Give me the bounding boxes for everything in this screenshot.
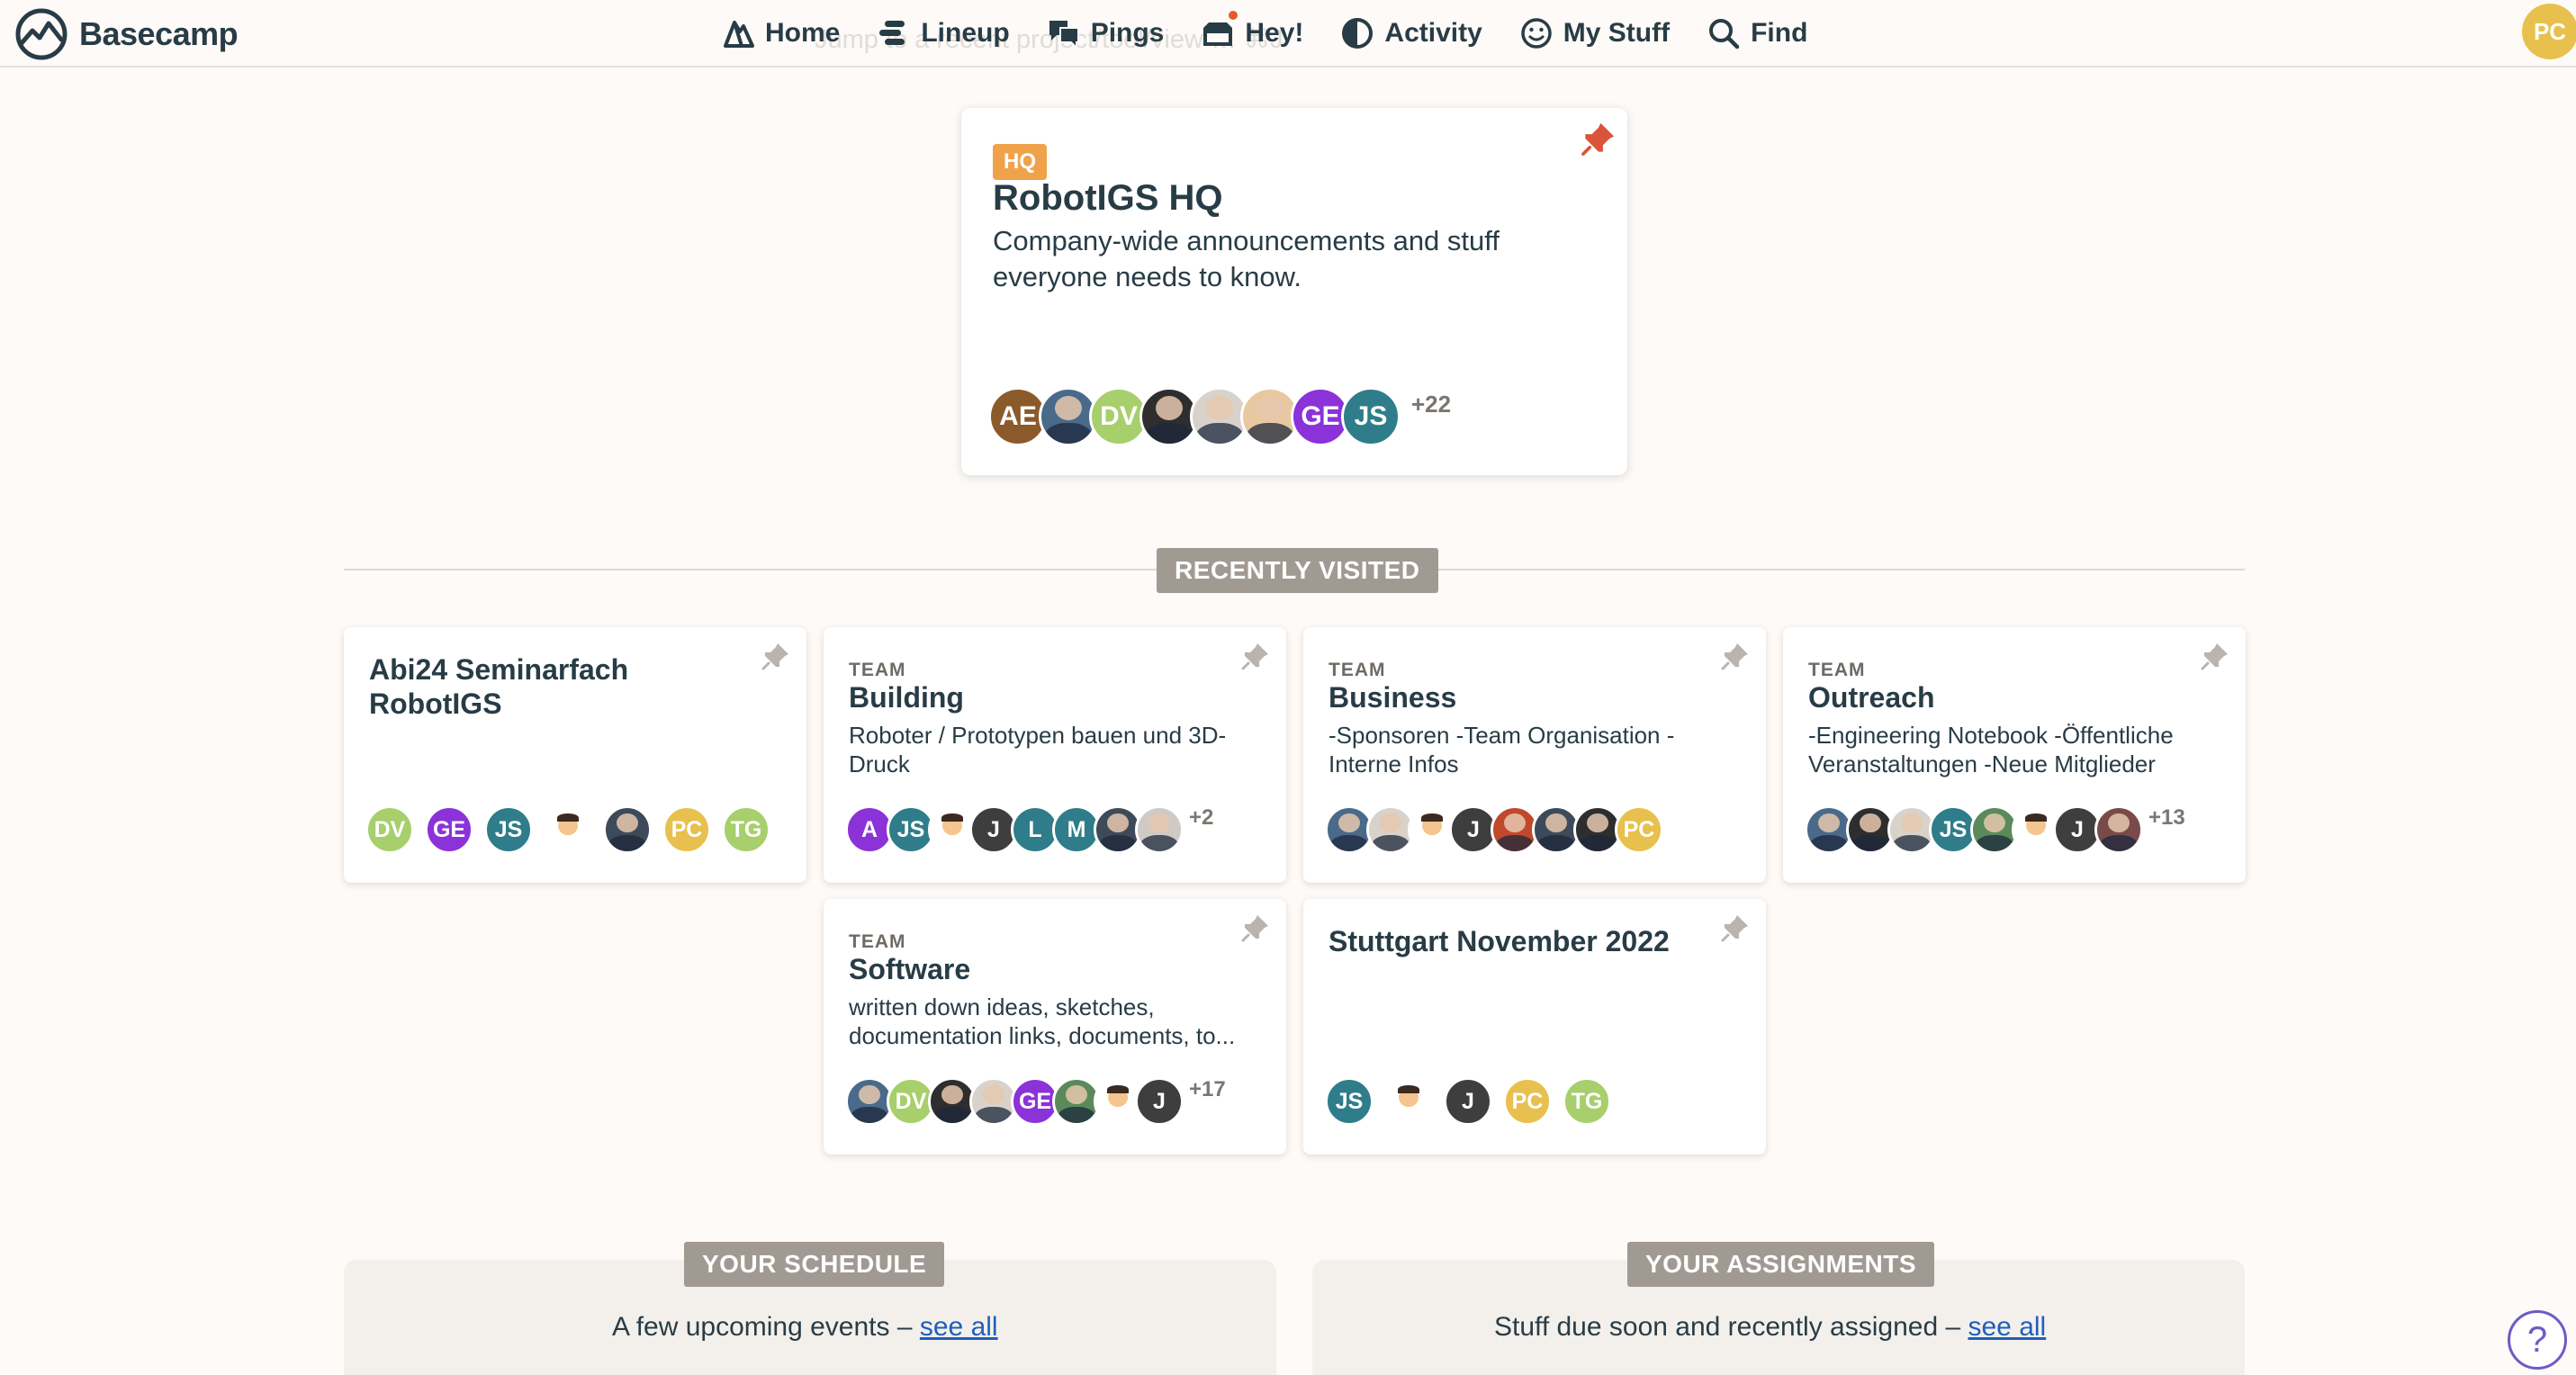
project-title: Outreach <box>1808 681 1935 714</box>
pings-icon <box>1049 21 1079 50</box>
hq-people: AE DV GE JS +22 <box>988 387 1451 446</box>
nav-activity-label: Activity <box>1384 18 1482 48</box>
more-people-count[interactable]: +22 <box>1411 391 1451 418</box>
help-button[interactable]: ? <box>2508 1310 2567 1370</box>
project-description: -Sponsoren -Team Organisation -Interne I… <box>1329 722 1675 777</box>
avatar[interactable]: TG <box>722 805 770 854</box>
project-kind: TEAM <box>1808 660 1866 680</box>
basecamp-logo[interactable]: Basecamp <box>13 7 239 61</box>
activity-icon <box>1342 18 1374 49</box>
current-user-avatar[interactable]: PC <box>2522 4 2576 59</box>
more-people-count[interactable]: +2 <box>1189 805 1213 831</box>
project-people: A JS J L M +2 <box>845 805 1213 854</box>
lineup-icon <box>879 21 905 45</box>
pin-icon[interactable] <box>1239 912 1272 944</box>
project-people: DV GE J +17 <box>845 1077 1226 1126</box>
hq-badge: HQ <box>993 144 1047 180</box>
assignments-text: Stuff due soon and recently assigned – <box>1494 1312 1968 1342</box>
avatar[interactable]: JS <box>484 805 533 854</box>
nav-hey[interactable]: Hey! <box>1200 9 1304 54</box>
schedule-see-all-link[interactable]: see all <box>920 1312 998 1342</box>
project-people: DV GE JS PC TG <box>365 805 781 854</box>
assignments-see-all-link[interactable]: see all <box>1968 1312 2046 1342</box>
project-description: Roboter / Prototypen bauen und 3D-Druck <box>849 722 1227 777</box>
avatar[interactable] <box>1384 1077 1433 1126</box>
project-title: Building <box>849 681 964 714</box>
pin-icon[interactable] <box>1719 640 1752 672</box>
project-card-outreach[interactable]: TEAM Outreach -Engineering Notebook -Öff… <box>1783 627 2246 883</box>
project-kind: TEAM <box>849 660 906 680</box>
nav-my-stuff-label: My Stuff <box>1563 18 1671 48</box>
recently-visited-label: RECENTLY VISITED <box>1157 548 1438 593</box>
home-icon <box>724 21 754 48</box>
nav-find-label: Find <box>1751 18 1808 48</box>
project-kind: TEAM <box>849 931 906 952</box>
project-description: written down ideas, sketches, documentat… <box>849 993 1236 1049</box>
project-card-software[interactable]: TEAM Software written down ideas, sketch… <box>824 899 1286 1155</box>
project-card-abi24[interactable]: Abi24 Seminarfach RobotIGS DV GE JS PC T… <box>344 627 806 883</box>
smiley-icon <box>1521 18 1552 49</box>
hq-description: Company-wide announcements and stuff eve… <box>993 225 1500 292</box>
basecamp-logo-icon <box>15 8 68 60</box>
pin-icon[interactable] <box>1239 640 1272 672</box>
avatar[interactable]: DV <box>365 805 414 854</box>
more-people-count[interactable]: +13 <box>2148 805 2185 831</box>
project-title: Business <box>1329 681 1457 714</box>
avatar[interactable]: PC <box>662 805 711 854</box>
avatar[interactable] <box>603 805 652 854</box>
project-people: JS J PC TG <box>1325 1077 1622 1126</box>
pin-icon[interactable] <box>1579 119 1618 158</box>
avatar[interactable]: J <box>1444 1077 1492 1126</box>
avatar[interactable]: J <box>1135 1077 1184 1126</box>
project-people: JS J +13 <box>1805 805 2185 854</box>
avatar[interactable]: PC <box>1615 805 1663 854</box>
avatar[interactable] <box>544 805 592 854</box>
avatar[interactable]: PC <box>1503 1077 1552 1126</box>
nav-my-stuff[interactable]: My Stuff <box>1518 13 1670 54</box>
your-assignments-label: YOUR ASSIGNMENTS <box>1627 1242 1934 1287</box>
schedule-text: A few upcoming events – <box>612 1312 920 1342</box>
project-title: Abi24 Seminarfach RobotIGS <box>369 653 629 720</box>
project-description: -Engineering Notebook -Öffentliche Veran… <box>1808 722 2174 777</box>
nav-hey-label: Hey! <box>1245 18 1304 48</box>
project-card-stuttgart[interactable]: Stuttgart November 2022 JS J PC TG <box>1303 899 1766 1155</box>
app-name: Basecamp <box>79 15 239 52</box>
schedule-summary: A few upcoming events – see all <box>612 1312 998 1343</box>
avatar[interactable]: JS <box>1325 1077 1374 1126</box>
nav-find[interactable]: Find <box>1706 13 1807 54</box>
nav-activity[interactable]: Activity <box>1339 13 1482 54</box>
avatar[interactable] <box>1135 805 1184 854</box>
project-title: Software <box>849 953 971 985</box>
avatar[interactable]: GE <box>425 805 473 854</box>
your-schedule-label: YOUR SCHEDULE <box>684 1242 945 1287</box>
project-people: J PC <box>1325 805 1663 854</box>
project-title: Stuttgart November 2022 <box>1329 925 1670 957</box>
hq-project-card[interactable]: HQ RobotIGS HQ Company-wide announcement… <box>961 108 1627 475</box>
nav-pings-label: Pings <box>1090 18 1165 48</box>
hq-title: RobotIGS HQ <box>993 178 1223 218</box>
search-icon <box>1709 19 1740 49</box>
nav-pings[interactable]: Pings <box>1046 13 1165 54</box>
assignments-summary: Stuff due soon and recently assigned – s… <box>1494 1312 2046 1343</box>
avatar[interactable]: JS <box>1341 387 1401 446</box>
project-card-business[interactable]: TEAM Business -Sponsoren -Team Organisat… <box>1303 627 1766 883</box>
project-card-building[interactable]: TEAM Building Roboter / Prototypen bauen… <box>824 627 1286 883</box>
pin-icon[interactable] <box>2199 640 2231 672</box>
nav-home-label: Home <box>765 18 841 48</box>
more-people-count[interactable]: +17 <box>1189 1077 1226 1102</box>
hey-notification-dot <box>1227 9 1240 22</box>
top-navigation: Basecamp Jump to a recent project/tool/v… <box>0 0 2576 67</box>
nav-lineup[interactable]: Lineup <box>876 13 1010 54</box>
project-kind: TEAM <box>1329 660 1386 680</box>
nav-links: Home Lineup Pings Hey! Activity My Stuff… <box>720 9 1807 54</box>
nav-home[interactable]: Home <box>720 13 840 54</box>
avatar[interactable] <box>2094 805 2143 854</box>
avatar[interactable]: TG <box>1563 1077 1611 1126</box>
nav-lineup-label: Lineup <box>921 18 1010 48</box>
